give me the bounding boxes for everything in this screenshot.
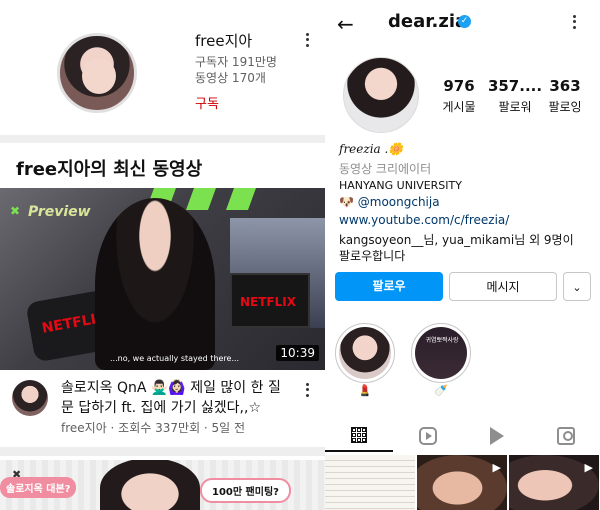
tab-reels[interactable] <box>394 420 462 452</box>
highlight-image: 귀염뽀짝사랑 <box>415 327 467 379</box>
netflix-box: NETFLIX <box>230 273 310 328</box>
grid-icon <box>351 427 367 443</box>
followed-by: 팔로우합니다 <box>339 249 406 263</box>
profile-avatar[interactable] <box>343 57 419 133</box>
back-arrow-icon[interactable]: ← <box>337 12 354 36</box>
instagram-panel: ← dear.zia ✓ 976 게시물 357.... 팔로워 363 팔로잉… <box>325 0 600 510</box>
next-video-thumbnail[interactable]: ✖ 솔로지옥 대본? 100만 팬미팅? <box>0 460 325 510</box>
video-meta: free지아 · 조회수 337만회 · 5일 전 <box>61 421 246 435</box>
channel-name[interactable]: free지아 <box>195 30 252 51</box>
message-button[interactable]: 메시지 <box>449 272 557 301</box>
highlight-label: 💄 <box>358 384 372 397</box>
youtube-panel: free지아 구독자 191만명 동영상 170개 구독 free지아의 최신 … <box>0 0 325 510</box>
tab-tagged[interactable] <box>532 420 600 452</box>
bio-line: HANYANG UNIVERSITY <box>339 179 462 192</box>
post-thumbnail[interactable]: ▶ <box>509 455 599 510</box>
stat-value: 363 <box>549 77 581 95</box>
subscribe-button[interactable]: 구독 <box>195 93 219 112</box>
video-title[interactable]: 솔로지옥 QnA 🙅🏻‍♂️🙆🏻‍♀️ 제일 많이 한 질문 답하기 ft. 집… <box>61 378 291 418</box>
video-count: 동영상 170개 <box>195 71 266 85</box>
thumbnail-person <box>95 198 215 370</box>
follow-button[interactable]: 팔로우 <box>335 272 443 301</box>
highlight-overlay-text: 귀염뽀짝사랑 <box>425 337 459 344</box>
netflix-text: NETFLIX <box>240 295 296 309</box>
video-duration: 10:39 <box>276 345 319 361</box>
thumbnail-pill: 100만 팬미팅? <box>200 478 291 503</box>
stat-posts[interactable]: 976 게시물 <box>429 77 489 115</box>
thumbnail-caption: ...no, we actually stayed there... <box>110 354 240 363</box>
play-icon <box>490 427 504 445</box>
thumbnail-overlay-text: Preview <box>28 204 91 220</box>
profile-more-icon[interactable] <box>569 14 579 30</box>
divider <box>0 135 325 143</box>
highlight-label: 🍼 <box>434 384 448 397</box>
thumbnail-person <box>100 460 200 510</box>
thumbnail-pill: 솔로지옥 대본? <box>0 477 77 498</box>
followed-by[interactable]: kangsoyeon__님, yua_mikami님 외 9명이 <box>339 231 574 248</box>
tab-videos[interactable] <box>463 420 531 452</box>
channel-more-icon[interactable] <box>302 32 312 48</box>
thumbnail-stripe <box>185 188 217 210</box>
username: dear.zia <box>388 11 468 32</box>
section-title: free지아의 최신 동영상 <box>16 159 203 180</box>
channel-avatar[interactable] <box>57 33 137 113</box>
post-thumbnail[interactable]: ▶ <box>417 455 507 510</box>
stat-following[interactable]: 363 팔로잉 <box>535 77 595 115</box>
stat-value: 976 <box>443 77 475 95</box>
video-thumbnail[interactable]: ✖ Preview NETFLIX NETFLIX ...no, we actu… <box>0 188 325 370</box>
reels-icon <box>419 427 437 445</box>
stat-label: 게시물 <box>442 100 476 114</box>
stat-label: 팔로잉 <box>548 100 582 114</box>
profile-tabs <box>325 420 600 452</box>
highlight-image <box>339 327 391 379</box>
thumbnail-stripe <box>225 188 257 210</box>
highlight[interactable] <box>335 323 395 383</box>
tab-posts[interactable] <box>325 420 393 452</box>
chevron-down-icon[interactable]: ⌄ <box>563 272 591 301</box>
verified-badge-icon: ✓ <box>458 15 471 28</box>
video-channel-avatar[interactable] <box>12 380 48 416</box>
video-icon: ▶ <box>492 461 501 474</box>
subscriber-count: 구독자 191만명 <box>195 55 277 69</box>
tagged-icon <box>557 427 575 445</box>
bio-link[interactable]: www.youtube.com/c/freezia/ <box>339 213 509 227</box>
profile-category: 동영상 크리에이터 <box>339 162 432 176</box>
divider <box>0 447 325 456</box>
video-more-icon[interactable] <box>302 382 312 398</box>
video-icon: ▶ <box>584 461 593 474</box>
bio-mention[interactable]: 🐶 @moongchija <box>339 195 440 209</box>
preview-mark-icon: ✖ <box>10 204 21 218</box>
profile-name: freezia .🌼 <box>339 142 404 156</box>
highlight[interactable]: 귀염뽀짝사랑 <box>411 323 471 383</box>
post-thumbnail[interactable] <box>325 455 415 510</box>
